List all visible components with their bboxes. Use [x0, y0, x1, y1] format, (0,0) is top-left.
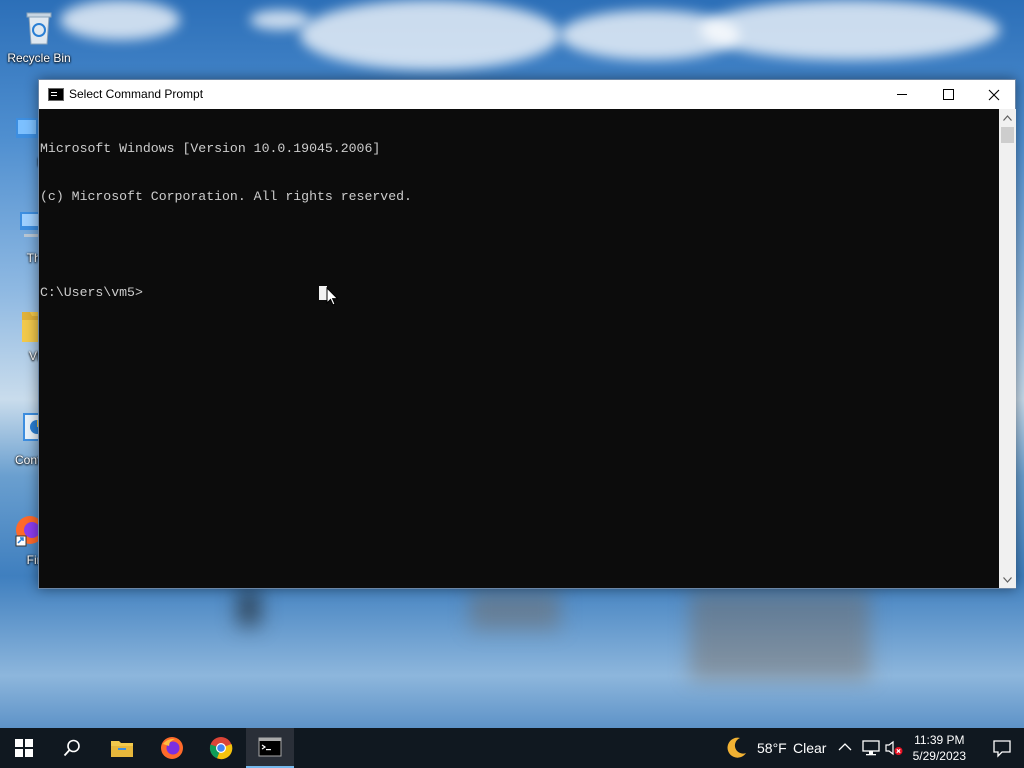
- minimize-icon: [897, 94, 907, 95]
- console-output[interactable]: Microsoft Windows [Version 10.0.19045.20…: [40, 109, 998, 588]
- computer-icon: [0, 208, 40, 248]
- console-line: (c) Microsoft Corporation. All rights re…: [40, 189, 412, 204]
- taskbar-firefox[interactable]: [148, 728, 196, 768]
- chevron-up-icon: [838, 743, 852, 751]
- close-icon: [988, 89, 1000, 100]
- cloud: [300, 0, 560, 70]
- cloud: [60, 0, 180, 40]
- close-button[interactable]: [971, 80, 1017, 109]
- scroll-down-button[interactable]: [999, 571, 1016, 588]
- window-title: Select Command Prompt: [69, 87, 204, 101]
- volume-muted-icon: [885, 740, 903, 756]
- maximize-button[interactable]: [925, 80, 971, 109]
- water-reflection: [470, 590, 560, 630]
- network-icon: [862, 740, 880, 756]
- moon-icon: [727, 737, 746, 758]
- person-silhouette: [238, 590, 260, 626]
- action-center-button[interactable]: [992, 738, 1012, 758]
- taskbar-chrome[interactable]: [197, 728, 245, 768]
- chevron-up-icon: [1003, 114, 1012, 121]
- windows-start-icon: [15, 739, 33, 757]
- network-tray-button[interactable]: [862, 740, 880, 756]
- volume-tray-button[interactable]: [884, 740, 904, 756]
- network-icon: [0, 112, 38, 152]
- cloud: [700, 0, 1000, 60]
- firefox-icon: [0, 510, 44, 550]
- notification-icon: [993, 740, 1011, 758]
- cloud: [250, 10, 310, 30]
- command-prompt-icon: [258, 737, 282, 757]
- start-button[interactable]: [0, 728, 48, 768]
- weather-temperature: 58°F: [757, 740, 787, 756]
- vertical-scrollbar[interactable]: [999, 109, 1016, 588]
- search-button[interactable]: [48, 728, 96, 768]
- command-prompt-window[interactable]: Select Command Prompt Microsoft Windows …: [38, 79, 1016, 589]
- title-bar[interactable]: Select Command Prompt: [39, 80, 1015, 109]
- search-icon: [63, 739, 80, 757]
- taskbar-command-prompt[interactable]: [246, 728, 294, 768]
- weather-condition: Clear: [793, 740, 827, 756]
- chrome-icon: [209, 737, 233, 760]
- clock-date: 5/29/2023: [912, 749, 966, 763]
- scroll-up-button[interactable]: [999, 109, 1016, 126]
- clock-time: 11:39 PM: [914, 733, 965, 747]
- show-hidden-icons-button[interactable]: [838, 740, 854, 756]
- desktop-icon-label: Recycle Bin: [7, 51, 71, 65]
- scroll-thumb[interactable]: [1001, 127, 1014, 143]
- taskbar: 58°F Clear 11:39 PM 5/29/2023: [0, 728, 1024, 768]
- taskbar-file-explorer[interactable]: [98, 728, 146, 768]
- mouse-pointer-icon: [326, 287, 339, 306]
- chevron-down-icon: [1003, 576, 1012, 583]
- water-reflection: [690, 590, 870, 680]
- minimize-button[interactable]: [879, 80, 925, 109]
- desktop-icon-recycle-bin[interactable]: Recycle Bin: [1, 8, 77, 65]
- command-prompt-icon: [48, 88, 64, 101]
- console-line: Microsoft Windows [Version 10.0.19045.20…: [40, 141, 381, 156]
- maximize-icon: [942, 89, 954, 100]
- folder-icon: [0, 306, 40, 346]
- console-prompt: C:\Users\vm5>: [40, 285, 143, 300]
- firefox-icon: [161, 737, 183, 759]
- recycle-bin-icon: [19, 8, 59, 48]
- folder-icon: [111, 741, 133, 757]
- system-clock[interactable]: 11:39 PM 5/29/2023: [913, 732, 966, 764]
